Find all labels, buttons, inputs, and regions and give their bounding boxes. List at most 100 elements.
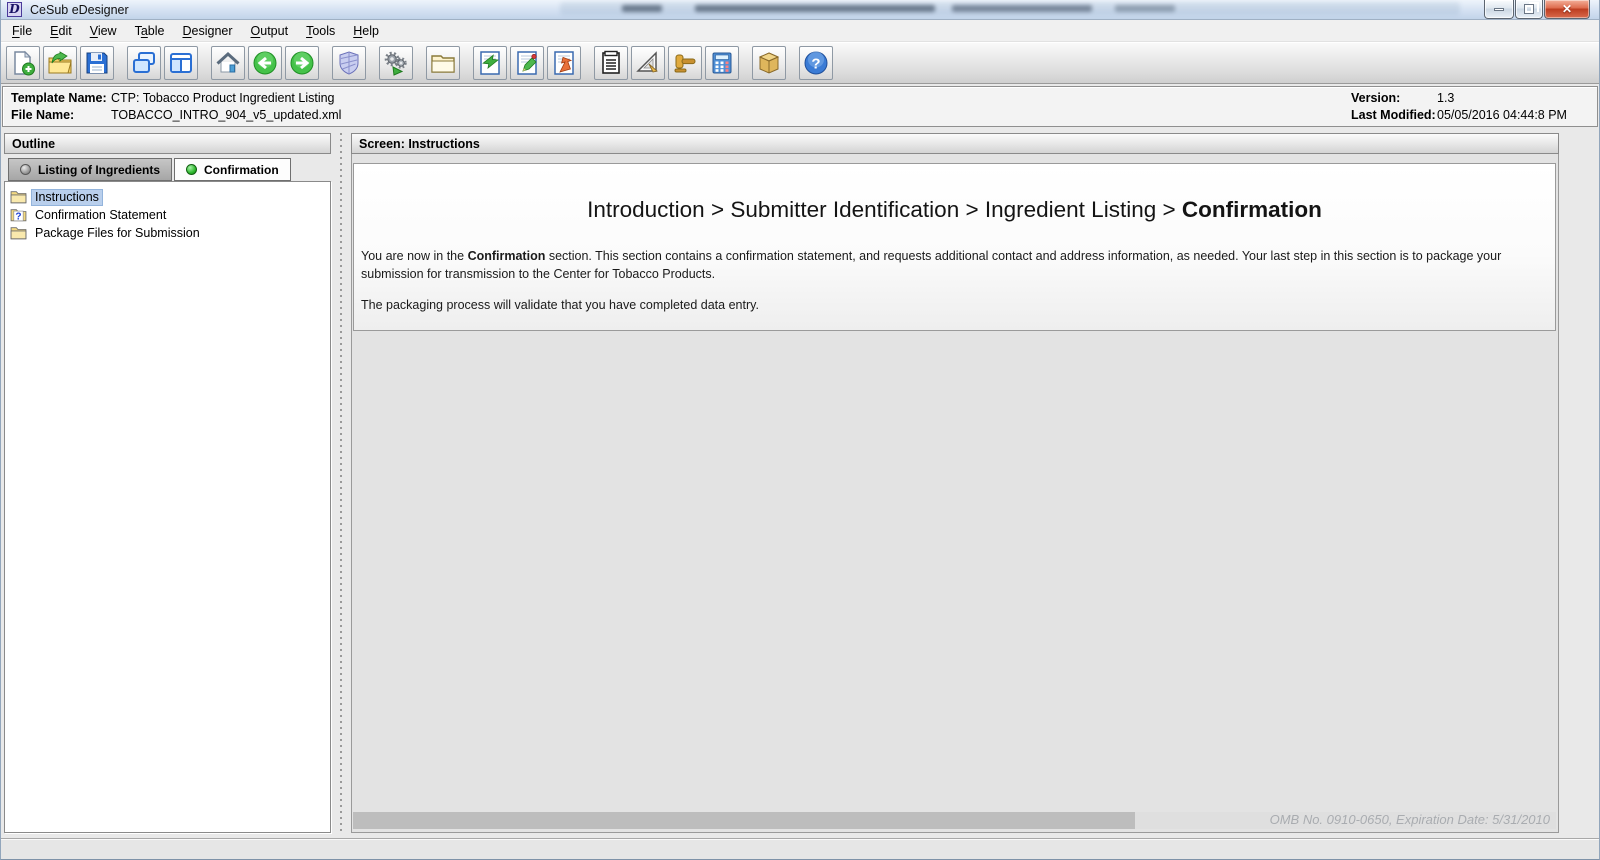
navigate-back-button[interactable]	[248, 46, 282, 80]
svg-text:?: ?	[15, 211, 21, 222]
run-process-button[interactable]	[379, 46, 413, 80]
menu-tools[interactable]: Tools	[297, 21, 344, 41]
menu-edit[interactable]: Edit	[41, 21, 81, 41]
template-name-value: CTP: Tobacco Product Ingredient Listing	[111, 91, 335, 105]
template-name-label: Template Name:	[11, 91, 107, 105]
screen-body: Introduction > Submitter Identification …	[351, 154, 1559, 833]
file-name-label: File Name:	[11, 108, 75, 122]
calculator-icon	[712, 52, 732, 74]
navigate-forward-button[interactable]	[285, 46, 319, 80]
svg-text:?: ?	[811, 56, 820, 73]
report-form-icon	[602, 50, 620, 74]
breadcrumb-path: Introduction > Submitter Identification …	[587, 197, 1182, 222]
scrollbar-thumb[interactable]	[353, 812, 1135, 829]
open-file-icon	[48, 51, 72, 74]
tab-listing-of-ingredients[interactable]: Listing of Ingredients	[8, 158, 172, 181]
menu-designer[interactable]: Designer	[173, 21, 241, 41]
split-view-button[interactable]	[164, 46, 198, 80]
save-icon	[86, 52, 108, 74]
instructions-paragraph-1: You are now in the Confirmation section.…	[361, 249, 1502, 281]
outline-header: Outline	[4, 133, 331, 154]
save-button[interactable]	[80, 46, 114, 80]
forward-icon	[290, 51, 314, 75]
file-info-bar: Template Name: CTP: Tobacco Product Ingr…	[2, 86, 1598, 127]
version-label: Version:	[1351, 91, 1401, 105]
folder-question-icon: ?	[10, 209, 27, 222]
edit-document-icon	[517, 51, 537, 75]
gavel-icon	[674, 54, 696, 73]
import-document-button[interactable]	[473, 46, 507, 80]
outline-panel: Outline Listing of Ingredients Confirmat…	[4, 133, 331, 833]
instructions-box: Introduction > Submitter Identification …	[353, 163, 1556, 331]
new-document-icon	[14, 50, 35, 76]
instructions-paragraph-2: The packaging process will validate that…	[361, 298, 759, 312]
background-window-blur	[560, 2, 1460, 15]
tab-label: Confirmation	[204, 162, 279, 177]
app-icon: D	[7, 2, 22, 17]
open-folder-button[interactable]	[426, 46, 460, 80]
tree-item-label: Package Files for Submission	[35, 225, 200, 240]
breadcrumb-current: Confirmation	[1181, 197, 1322, 222]
title-bar[interactable]: D CeSub eDesigner ✕	[0, 0, 1600, 20]
screen-header: Screen: Instructions	[351, 133, 1559, 154]
menu-table[interactable]: Table	[126, 21, 174, 41]
shield-icon	[339, 51, 359, 75]
home-icon	[216, 51, 240, 73]
split-view-icon	[170, 53, 192, 73]
gears-run-icon	[384, 51, 407, 76]
toolbar: ?	[0, 42, 1600, 84]
open-file-button[interactable]	[43, 46, 77, 80]
tree-item-package-files[interactable]: Package Files for Submission	[10, 224, 330, 242]
restore-button[interactable]	[1515, 0, 1543, 19]
menu-file[interactable]: File	[3, 21, 41, 41]
menu-help[interactable]: Help	[344, 21, 388, 41]
validate-shield-button[interactable]	[332, 46, 366, 80]
folder-icon	[10, 227, 27, 240]
version-value: 1.3	[1437, 91, 1455, 105]
help-button[interactable]: ?	[799, 46, 833, 80]
report-form-button[interactable]	[594, 46, 628, 80]
help-icon: ?	[804, 51, 828, 75]
menu-bar: File Edit View Table Designer Output Too…	[0, 20, 1600, 42]
last-modified-label: Last Modified:	[1351, 108, 1436, 122]
folder-icon	[431, 55, 455, 73]
last-modified-value: 05/05/2016 04:44:8 PM	[1437, 108, 1567, 122]
close-icon: ✕	[1561, 2, 1573, 16]
tree-item-label: Confirmation Statement	[35, 207, 167, 222]
design-tools-button[interactable]	[631, 46, 665, 80]
minimize-icon	[1494, 7, 1504, 11]
screen-panel: Screen: Instructions Introduction > Subm…	[351, 133, 1559, 833]
package-icon	[758, 52, 780, 74]
tab-confirmation[interactable]: Confirmation	[174, 158, 291, 181]
edit-document-button[interactable]	[510, 46, 544, 80]
panel-splitter[interactable]	[331, 133, 351, 833]
outline-tabs: Listing of Ingredients Confirmation	[4, 158, 331, 181]
design-tools-icon	[636, 51, 658, 73]
menu-output[interactable]: Output	[242, 21, 298, 41]
import-document-icon	[480, 51, 500, 75]
status-green-icon	[186, 164, 197, 175]
main-area: Outline Listing of Ingredients Confirmat…	[0, 130, 1600, 833]
minimize-button[interactable]	[1484, 0, 1514, 19]
status-bar	[0, 838, 1600, 860]
cascade-windows-icon	[133, 52, 155, 73]
tree-item-instructions[interactable]: Instructions	[10, 188, 330, 206]
menu-view[interactable]: View	[81, 21, 126, 41]
gavel-button[interactable]	[668, 46, 702, 80]
cascade-windows-button[interactable]	[127, 46, 161, 80]
back-icon	[253, 51, 277, 75]
export-document-button[interactable]	[547, 46, 581, 80]
restore-icon	[1524, 2, 1539, 14]
tree-item-confirmation-statement[interactable]: ? Confirmation Statement	[10, 206, 330, 224]
breadcrumb: Introduction > Submitter Identification …	[354, 197, 1555, 223]
status-gray-icon	[20, 164, 31, 175]
package-box-button[interactable]	[752, 46, 786, 80]
new-document-button[interactable]	[6, 46, 40, 80]
home-button[interactable]	[211, 46, 245, 80]
close-button[interactable]: ✕	[1544, 0, 1590, 19]
calculator-button[interactable]	[705, 46, 739, 80]
export-document-icon	[554, 51, 574, 75]
window-controls: ✕	[1483, 0, 1590, 19]
folder-icon	[10, 191, 27, 204]
tab-label: Listing of Ingredients	[38, 162, 160, 177]
